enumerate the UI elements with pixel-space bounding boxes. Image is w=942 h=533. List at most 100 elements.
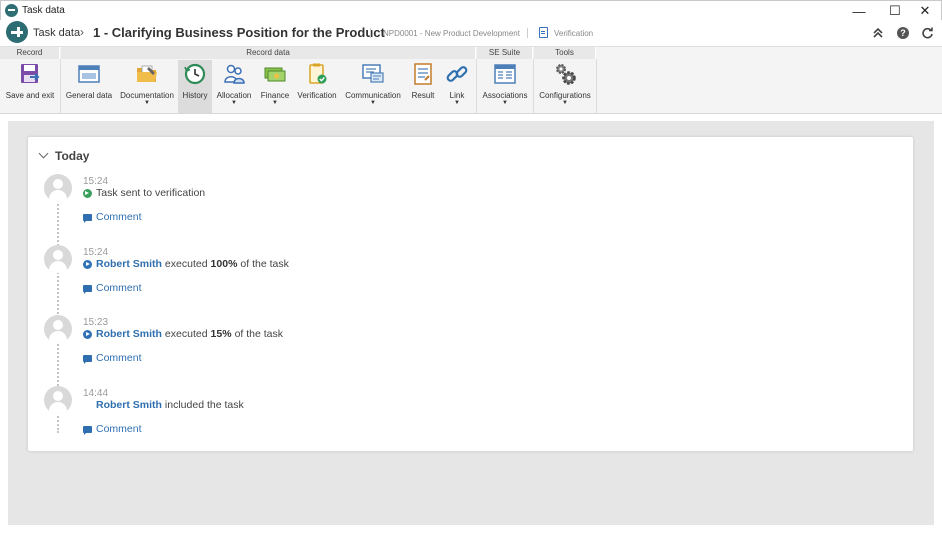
dropdown-caret-icon: ▼ bbox=[502, 100, 508, 106]
save-and-exit-button[interactable]: Save and exit bbox=[2, 60, 58, 113]
step-label: Verification bbox=[554, 29, 594, 38]
general-data-label: General data bbox=[65, 91, 113, 100]
entry-time: 14:44 bbox=[83, 388, 109, 399]
entry-text: executed bbox=[164, 258, 208, 270]
comment-icon bbox=[83, 354, 92, 364]
allocation-icon bbox=[222, 62, 246, 86]
history-card: Today 15:24 Task sent to verification Co… bbox=[28, 137, 913, 451]
user-link[interactable]: Robert Smith bbox=[96, 328, 162, 340]
comment-label: Comment bbox=[96, 282, 142, 294]
group-separator bbox=[533, 59, 534, 113]
window-titlebar: Task data — ☐ ✕ bbox=[0, 0, 942, 20]
entry-time: 15:23 bbox=[83, 317, 109, 328]
dropdown-caret-icon: ▼ bbox=[144, 100, 150, 106]
history-button[interactable]: History bbox=[178, 60, 212, 113]
associations-icon bbox=[493, 62, 517, 86]
refresh-icon[interactable] bbox=[919, 25, 935, 41]
documentation-button[interactable]: Documentation ▼ bbox=[118, 60, 176, 113]
user-link[interactable]: Robert Smith bbox=[96, 258, 162, 270]
breadcrumb-root[interactable]: Task data bbox=[33, 27, 80, 39]
entry-action: Robert Smith executed 15% of the task bbox=[83, 328, 283, 340]
entry-suffix: of the task bbox=[240, 258, 289, 270]
header-divider bbox=[370, 28, 371, 38]
comment-link[interactable]: Comment bbox=[83, 282, 142, 294]
comment-icon bbox=[83, 284, 92, 294]
verification-icon bbox=[305, 62, 329, 86]
history-entry: 15:23 Robert Smith executed 15% of the t… bbox=[28, 315, 913, 385]
general-data-icon bbox=[77, 62, 101, 86]
documentation-icon bbox=[135, 62, 159, 86]
group-tools: Tools bbox=[534, 47, 596, 59]
result-icon bbox=[411, 62, 435, 86]
avatar-icon bbox=[44, 174, 72, 202]
avatar-icon bbox=[44, 386, 72, 414]
communication-label: Communication bbox=[345, 91, 401, 100]
avatar-icon bbox=[44, 245, 72, 273]
user-link[interactable]: Robert Smith bbox=[96, 399, 162, 411]
save-exit-icon bbox=[18, 62, 42, 86]
group-se-suite: SE Suite bbox=[477, 47, 533, 59]
header-divider bbox=[527, 28, 528, 38]
comment-icon bbox=[83, 425, 92, 435]
verification-button[interactable]: Verification bbox=[296, 60, 338, 113]
breadcrumb-separator-icon: › bbox=[80, 25, 84, 39]
entry-suffix: of the task bbox=[234, 328, 284, 340]
comment-link[interactable]: Comment bbox=[83, 423, 142, 435]
history-icon bbox=[183, 62, 207, 86]
group-separator bbox=[60, 59, 61, 113]
history-label: History bbox=[182, 91, 208, 100]
entry-text: Task sent to verification bbox=[96, 187, 206, 199]
comment-link[interactable]: Comment bbox=[83, 211, 142, 223]
finance-button[interactable]: Finance ▼ bbox=[257, 60, 293, 113]
close-button[interactable]: ✕ bbox=[907, 1, 942, 21]
group-record-data: Record data bbox=[61, 47, 476, 59]
content-area: Today 15:24 Task sent to verification Co… bbox=[8, 121, 934, 525]
history-entry: 15:24 Robert Smith executed 100% of the … bbox=[28, 245, 913, 315]
window-title: Task data bbox=[22, 5, 65, 16]
dropdown-caret-icon: ▼ bbox=[370, 100, 376, 106]
result-button[interactable]: Result bbox=[408, 60, 438, 113]
comment-icon bbox=[83, 213, 92, 223]
collapse-icon[interactable] bbox=[870, 25, 886, 41]
associations-label: Associations bbox=[482, 91, 528, 100]
comment-link[interactable]: Comment bbox=[83, 352, 142, 364]
entry-percent: 100% bbox=[210, 258, 238, 270]
verification-label: Verification bbox=[297, 91, 337, 100]
finance-icon bbox=[263, 62, 287, 86]
dropdown-caret-icon: ▼ bbox=[562, 100, 568, 106]
help-icon[interactable]: ? bbox=[895, 25, 911, 41]
associations-button[interactable]: Associations ▼ bbox=[480, 60, 530, 113]
group-record: Record bbox=[0, 47, 60, 59]
result-label: Result bbox=[411, 91, 435, 100]
entry-action: Robert Smith executed 100% of the task bbox=[83, 258, 289, 270]
documentation-label: Documentation bbox=[120, 91, 174, 100]
play-icon bbox=[83, 329, 92, 339]
section-today-label[interactable]: Today bbox=[55, 149, 89, 163]
minimize-button[interactable]: — bbox=[841, 1, 877, 21]
allocation-button[interactable]: Allocation ▼ bbox=[215, 60, 253, 113]
group-separator bbox=[476, 59, 477, 113]
history-entry: 14:44 Robert Smith included the task Com… bbox=[28, 386, 913, 456]
link-button[interactable]: Link ▼ bbox=[442, 60, 472, 113]
entry-text: included the task bbox=[164, 399, 244, 411]
entry-text: executed bbox=[164, 328, 208, 340]
page-title: 1 - Clarifying Business Position for the… bbox=[93, 25, 385, 40]
dropdown-caret-icon: ▼ bbox=[454, 100, 460, 106]
configurations-button[interactable]: Configurations ▼ bbox=[537, 60, 593, 113]
link-icon bbox=[445, 62, 469, 86]
finance-label: Finance bbox=[260, 91, 290, 100]
comment-label: Comment bbox=[96, 423, 142, 435]
allocation-label: Allocation bbox=[216, 91, 252, 100]
configurations-label: Configurations bbox=[539, 91, 591, 100]
configurations-icon bbox=[553, 62, 577, 86]
communication-button[interactable]: Communication ▼ bbox=[344, 60, 402, 113]
save-and-exit-label: Save and exit bbox=[5, 91, 55, 100]
comment-label: Comment bbox=[96, 352, 142, 364]
dropdown-caret-icon: ▼ bbox=[272, 100, 278, 106]
ribbon-toolbar: Record Record data SE Suite Tools Save a… bbox=[0, 46, 942, 114]
general-data-button[interactable]: General data bbox=[64, 60, 114, 113]
app-icon bbox=[5, 4, 18, 17]
dropdown-caret-icon: ▼ bbox=[231, 100, 237, 106]
group-separator bbox=[596, 59, 597, 113]
chevron-down-icon[interactable] bbox=[38, 148, 49, 159]
